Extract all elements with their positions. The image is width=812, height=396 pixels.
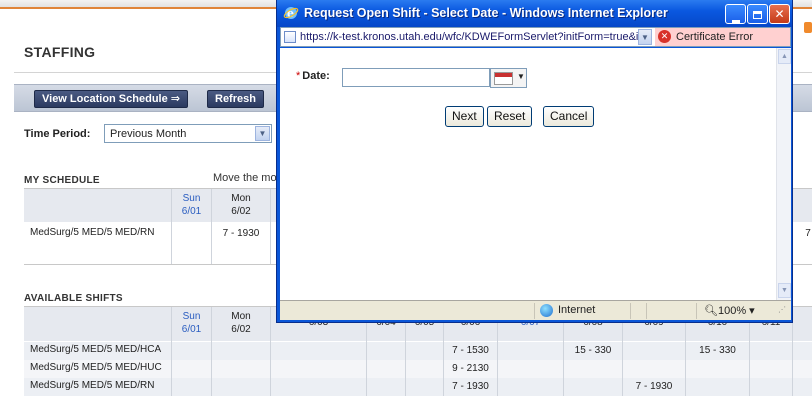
my-schedule-shift[interactable]: 7 - 1930 — [212, 227, 270, 240]
rss-icon[interactable] — [804, 22, 812, 33]
certificate-error-text: Certificate Error — [676, 31, 754, 43]
maximize-icon — [753, 11, 762, 19]
view-location-schedule-button[interactable]: View Location Schedule ⇒ — [34, 90, 188, 108]
avail-day-0: Sun 6/01 — [181, 311, 202, 335]
chevron-down-icon[interactable]: ▼ — [638, 29, 652, 45]
popup-title: Request Open Shift - Select Date - Windo… — [304, 6, 668, 20]
calendar-icon — [494, 72, 513, 85]
avail-shift-cell[interactable]: 15 - 330 — [564, 344, 622, 357]
avail-shift-cell[interactable]: 9 - 2130 — [444, 362, 497, 375]
date-label: * Date: — [296, 70, 330, 82]
warning-icon: ✕ — [658, 30, 671, 43]
security-zone: Internet — [558, 304, 596, 316]
avail-shift-cell[interactable]: 7 - 1930 — [623, 380, 685, 393]
popup-content: * Date: ▼ Next Reset Cancel — [280, 48, 776, 300]
popup-titlebar[interactable]: e Request Open Shift - Select Date - Win… — [277, 0, 792, 27]
zoom-level[interactable]: 🔍︎100% ▾ — [704, 304, 755, 317]
popup-window: e Request Open Shift - Select Date - Win… — [276, 0, 793, 323]
reset-button[interactable]: Reset — [487, 106, 533, 127]
close-button[interactable]: ✕ — [769, 4, 790, 24]
cancel-button[interactable]: Cancel — [543, 106, 595, 127]
available-shifts-title: AVAILABLE SHIFTS — [24, 293, 123, 304]
address-url[interactable]: https://k-test.kronos.utah.edu/wfc/KDWEF… — [300, 31, 638, 43]
vertical-scrollbar[interactable]: ▲ ▼ — [776, 48, 791, 300]
my-schedule-title: MY SCHEDULE — [24, 175, 100, 186]
status-bar: Internet 🔍︎100% ▾ ⋰ — [280, 300, 791, 320]
chevron-down-icon[interactable]: ▼ — [255, 126, 270, 141]
globe-icon — [540, 304, 553, 317]
certificate-error[interactable]: ✕ Certificate Error — [655, 28, 790, 46]
minimize-icon — [731, 20, 740, 23]
scroll-down-icon[interactable]: ▼ — [778, 283, 791, 298]
resize-grip-icon[interactable]: ⋰ — [778, 305, 786, 314]
calendar-picker-button[interactable]: ▼ — [490, 68, 527, 88]
avail-shift-cell[interactable]: 7 - 1530 — [444, 344, 497, 357]
page-title: STAFFING — [24, 44, 96, 60]
refresh-button[interactable]: Refresh — [207, 90, 264, 108]
my-day-mon: Mon 6/02 — [231, 193, 251, 217]
avail-shift-cell[interactable]: 15 - 330 — [686, 344, 749, 357]
time-period-label: Time Period: — [24, 128, 91, 140]
my-schedule-row-label: MedSurg/5 MED/5 MED/RN — [30, 227, 155, 238]
avail-row-label: MedSurg/5 MED/5 MED/RN — [30, 380, 155, 391]
chevron-down-icon: ▼ — [517, 72, 525, 81]
date-input[interactable] — [342, 68, 490, 87]
my-schedule-hint: Move the mou — [213, 172, 283, 184]
avail-day-1: Mon 6/02 — [231, 311, 251, 335]
address-bar[interactable]: https://k-test.kronos.utah.edu/wfc/KDWEF… — [280, 27, 791, 47]
zoom-icon: 🔍︎ — [704, 305, 718, 317]
time-period-select[interactable]: Previous Month ▼ — [104, 124, 272, 143]
time-period-value: Previous Month — [110, 128, 187, 140]
page-icon — [284, 31, 296, 43]
avail-row-label: MedSurg/5 MED/5 MED/HCA — [30, 344, 162, 355]
next-button[interactable]: Next — [445, 106, 484, 127]
ie-logo-icon: e — [283, 7, 299, 20]
minimize-button[interactable] — [725, 4, 746, 24]
close-icon: ✕ — [774, 7, 785, 21]
my-schedule-edge-shift: 7 — [805, 228, 811, 239]
maximize-button[interactable] — [747, 4, 768, 24]
avail-row-label: MedSurg/5 MED/5 MED/HUC — [30, 362, 162, 373]
avail-shift-cell[interactable]: 7 - 1930 — [444, 380, 497, 393]
required-marker: * — [296, 70, 301, 82]
my-day-sun: Sun 6/01 — [181, 193, 202, 217]
scroll-up-icon[interactable]: ▲ — [778, 49, 791, 64]
